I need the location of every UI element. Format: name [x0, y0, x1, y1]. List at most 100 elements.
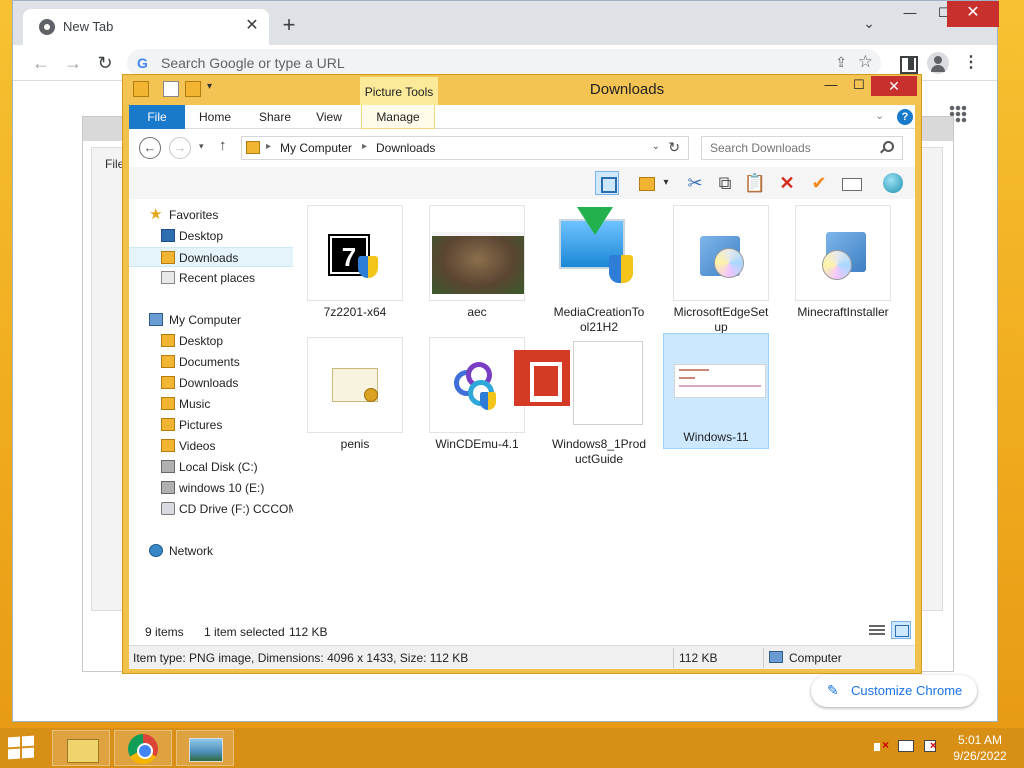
- search-downloads-box[interactable]: [701, 136, 903, 160]
- help-icon[interactable]: ?: [897, 109, 913, 125]
- chrome-tab-new-tab[interactable]: New Tab ✕: [23, 9, 269, 45]
- nav-cd-drive-f[interactable]: CD Drive (F:) CCCOM: [129, 499, 293, 519]
- expand-ribbon-icon[interactable]: ⌄: [875, 109, 884, 122]
- recent-locations-icon[interactable]: ▾: [199, 141, 204, 152]
- copy-icon[interactable]: ⧉: [713, 171, 737, 195]
- taskbar-chrome-icon[interactable]: [114, 730, 172, 766]
- paste-icon[interactable]: 📋: [743, 171, 767, 195]
- explorer-close-button[interactable]: ✕: [871, 76, 917, 96]
- hard-drive-icon: [161, 460, 175, 473]
- nav-pc-desktop[interactable]: Desktop: [129, 331, 293, 351]
- breadcrumb-separator-icon[interactable]: ▸: [266, 141, 271, 152]
- file-item-mediacreationtool[interactable]: MediaCreationTo ol21H2: [543, 205, 647, 335]
- nav-fav-recent-places[interactable]: Recent places: [129, 268, 293, 288]
- network-status-icon[interactable]: [898, 740, 914, 754]
- nav-windows10-e[interactable]: windows 10 (E:): [129, 478, 293, 498]
- refresh-icon[interactable]: ↻: [668, 139, 680, 156]
- nav-fav-desktop[interactable]: Desktop: [129, 226, 293, 246]
- status-bar: 9 items 1 item selected 112 KB: [129, 617, 915, 645]
- explorer-forward-icon[interactable]: →: [169, 137, 191, 159]
- ribbon-tab-share[interactable]: Share: [249, 105, 301, 129]
- explorer-minimize-button[interactable]: —: [817, 77, 845, 99]
- breadcrumb-separator-icon[interactable]: ▸: [362, 141, 367, 152]
- chrome-minimize-button[interactable]: —: [893, 1, 927, 27]
- file-item-wincdemu[interactable]: WinCDEmu-4.1: [421, 337, 525, 467]
- nav-label: Recent places: [179, 271, 256, 285]
- nav-pc-downloads[interactable]: Downloads: [129, 373, 293, 393]
- computer-icon: [769, 651, 783, 663]
- new-folder-dropdown-icon[interactable]: ▾: [659, 171, 673, 195]
- nav-label: Downloads: [179, 376, 239, 390]
- tab-search-icon[interactable]: ⌄: [859, 15, 879, 35]
- installer-icon: [673, 205, 769, 301]
- nav-pc-documents[interactable]: Documents: [129, 352, 293, 372]
- forward-arrow-icon[interactable]: →: [61, 51, 85, 75]
- file-item-7z2201-x64[interactable]: 7 7z2201-x64: [299, 205, 403, 335]
- nav-local-disk-c[interactable]: Local Disk (C:): [129, 457, 293, 477]
- file-item-windows-11[interactable]: Windows-11: [663, 333, 769, 449]
- taskbar-photo-viewer-icon[interactable]: [176, 730, 234, 766]
- ribbon-tab-manage[interactable]: Manage: [361, 105, 435, 129]
- file-item-penis[interactable]: penis: [299, 337, 403, 467]
- taskbar-file-explorer-icon[interactable]: [52, 730, 110, 766]
- action-center-flag-icon[interactable]: [922, 740, 938, 754]
- breadcrumb-my-computer[interactable]: My Computer: [280, 141, 352, 155]
- explorer-back-icon[interactable]: ←: [139, 137, 161, 159]
- nav-my-computer[interactable]: My Computer: [129, 310, 293, 330]
- new-tab-button[interactable]: +: [277, 13, 301, 37]
- ribbon-tab-home[interactable]: Home: [189, 105, 241, 129]
- file-item-minecraftinstaller[interactable]: MinecraftInstaller: [787, 205, 891, 335]
- omnibox[interactable]: G Search Google or type a URL ⇪ ☆: [127, 49, 881, 77]
- search-icon[interactable]: [883, 141, 894, 152]
- breadcrumb-downloads[interactable]: Downloads: [376, 141, 435, 155]
- windows-start-icon[interactable]: [8, 735, 36, 760]
- search-downloads-input[interactable]: [702, 137, 880, 159]
- nav-network[interactable]: Network: [129, 541, 293, 561]
- address-dropdown-icon[interactable]: ⌄: [652, 141, 660, 152]
- nav-pc-music[interactable]: Music: [129, 394, 293, 414]
- bookmark-star-icon[interactable]: ☆: [858, 52, 873, 72]
- ribbon-tab-view[interactable]: View: [307, 105, 351, 129]
- side-panel-icon[interactable]: [897, 53, 918, 74]
- file-name: Windows-11: [683, 430, 749, 444]
- nav-favorites[interactable]: ★ Favorites: [129, 205, 293, 225]
- profile-avatar-icon[interactable]: [927, 52, 949, 74]
- address-bar[interactable]: ▸ My Computer ▸ Downloads ⌄ ↻: [241, 136, 689, 160]
- large-icons-view-icon[interactable]: [891, 621, 911, 639]
- pictures-folder-icon: [161, 418, 175, 431]
- up-folder-icon[interactable]: ↑: [219, 137, 227, 154]
- delete-icon[interactable]: ✕: [775, 171, 799, 195]
- nav-label: Pictures: [179, 418, 223, 432]
- tab-close-icon[interactable]: ✕: [243, 17, 261, 35]
- nav-label: Local Disk (C:): [179, 460, 258, 474]
- share-icon[interactable]: ⇪: [835, 54, 847, 71]
- nav-pc-pictures[interactable]: Pictures: [129, 415, 293, 435]
- properties-icon[interactable]: [839, 171, 863, 195]
- file-item-microsoftedgesetup[interactable]: MicrosoftEdgeSet up: [665, 205, 769, 335]
- ribbon-tabs: File Home Share View Manage ⌄ ?: [129, 105, 915, 129]
- explorer-maximize-button[interactable]: ☐: [845, 77, 873, 99]
- globe-icon[interactable]: [881, 171, 905, 195]
- nav-fav-downloads[interactable]: Downloads: [129, 247, 293, 267]
- explorer-window-title: Downloads: [589, 81, 665, 98]
- cut-icon[interactable]: ✂: [683, 171, 707, 195]
- nav-pc-videos[interactable]: Videos: [129, 436, 293, 456]
- customize-chrome-button[interactable]: ✎ Customize Chrome: [811, 675, 977, 707]
- chrome-close-button[interactable]: ✕: [947, 1, 999, 27]
- chrome-menu-icon[interactable]: ⋮: [961, 53, 981, 73]
- file-item-aec[interactable]: aec: [421, 205, 525, 335]
- clock-date[interactable]: 9/26/2022: [948, 749, 1012, 763]
- preview-pane-icon[interactable]: [595, 171, 619, 195]
- back-arrow-icon[interactable]: ←: [29, 51, 53, 75]
- rename-checkmark-icon[interactable]: ✔: [807, 171, 831, 195]
- details-view-icon[interactable]: [869, 623, 885, 637]
- new-folder-icon[interactable]: [635, 171, 657, 195]
- file-item-windows8-productguide[interactable]: Windows8_1Prod uctGuide: [514, 337, 647, 467]
- downloads-folder-icon: [246, 141, 260, 154]
- reload-icon[interactable]: ↻: [93, 51, 117, 75]
- ribbon-tab-file[interactable]: File: [129, 105, 185, 129]
- chrome-favicon-icon: [39, 19, 55, 35]
- volume-muted-icon[interactable]: [874, 738, 890, 754]
- google-g-icon: G: [137, 55, 148, 71]
- clock-time[interactable]: 5:01 AM: [948, 733, 1012, 747]
